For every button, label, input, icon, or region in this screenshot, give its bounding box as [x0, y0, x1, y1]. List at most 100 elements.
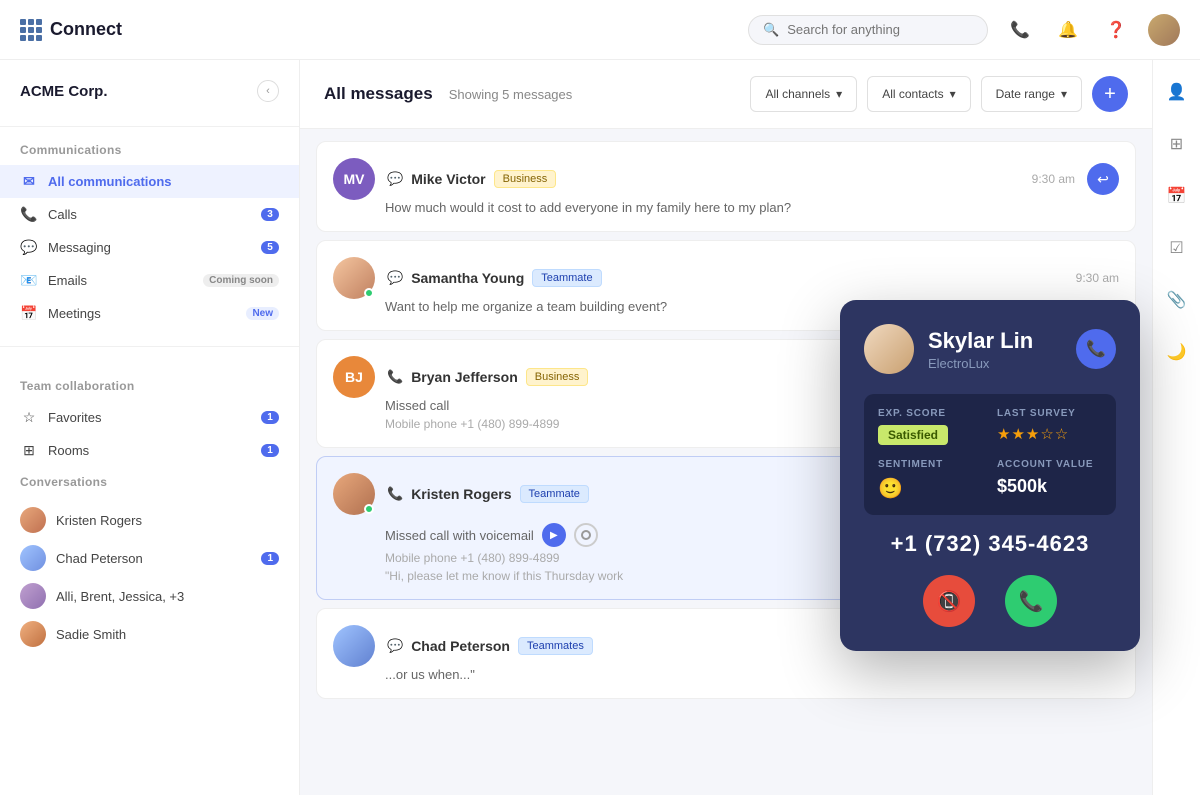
- conv-item-kristen[interactable]: Kristen Rogers: [0, 501, 299, 539]
- chevron-down-icon-3: ▾: [1061, 87, 1067, 101]
- sentiment-section: SENTIMENT 🙂: [878, 459, 983, 501]
- calls-label: Calls: [48, 207, 251, 222]
- exp-score-label: EXP. SCORE: [878, 408, 983, 419]
- msg-time-samantha: 9:30 am: [1076, 271, 1119, 285]
- filter-buttons: All channels ▾ All contacts ▾ Date range…: [750, 76, 1128, 112]
- tag-business-bryan: Business: [526, 368, 589, 386]
- play-voicemail-btn[interactable]: ▶: [542, 523, 566, 547]
- all-communications-label: All communications: [48, 174, 279, 189]
- email-icon: 📧: [20, 272, 38, 289]
- tag-teammate-samantha: Teammate: [532, 269, 601, 287]
- sidebar-item-meetings[interactable]: 📅 Meetings New: [0, 297, 299, 330]
- filter-channels-btn[interactable]: All channels ▾: [750, 76, 857, 112]
- app-title: Connect: [50, 19, 122, 40]
- call-contact-company: ElectroLux: [928, 356, 1033, 371]
- rs-contacts-icon[interactable]: 👤: [1161, 76, 1193, 108]
- page-title: All messages: [324, 84, 433, 104]
- meetings-tag: New: [246, 307, 279, 320]
- call-contact-avatar: [864, 324, 914, 374]
- rs-calendar-icon[interactable]: 📅: [1161, 180, 1193, 212]
- message-channel-icon-3: 💬: [387, 638, 403, 654]
- filter-date-label: Date range: [996, 87, 1055, 101]
- conv-item-group[interactable]: Alli, Brent, Jessica, +3: [0, 577, 299, 615]
- avatar-samantha: [333, 257, 375, 299]
- conv-avatar-group: [20, 583, 46, 609]
- emails-label: Emails: [48, 273, 193, 288]
- message-channel-icon: 💬: [387, 171, 403, 187]
- sidebar-item-favorites[interactable]: ☆ Favorites 1: [0, 401, 299, 434]
- online-indicator-kristen: [364, 504, 374, 514]
- rooms-label: Rooms: [48, 443, 251, 458]
- topbar-actions: 📞 🔔 ❓: [1004, 14, 1180, 46]
- sidebar-item-rooms[interactable]: ⊞ Rooms 1: [0, 434, 299, 467]
- tag-teammate-kristen: Teammate: [520, 485, 589, 503]
- user-avatar[interactable]: [1148, 14, 1180, 46]
- conv-item-sadie[interactable]: Sadie Smith: [0, 615, 299, 653]
- topbar: Connect 🔍 📞 🔔 ❓: [0, 0, 1200, 60]
- rs-table-icon[interactable]: ⊞: [1161, 128, 1193, 160]
- favorites-label: Favorites: [48, 410, 251, 425]
- sender-name-samantha: Samantha Young: [411, 270, 524, 286]
- msg-body-kristen: Missed call with voicemail: [385, 528, 534, 543]
- msg-body-chad: ...or us when...": [385, 667, 1119, 682]
- sidebar-item-emails[interactable]: 📧 Emails Coming soon: [0, 264, 299, 297]
- message-icon: 💬: [20, 239, 38, 256]
- phone-icon[interactable]: 📞: [1004, 14, 1036, 46]
- help-icon[interactable]: ❓: [1100, 14, 1132, 46]
- call-channel-icon: 📞: [387, 369, 403, 385]
- bell-icon[interactable]: 🔔: [1052, 14, 1084, 46]
- conv-item-chad[interactable]: Chad Peterson 1: [0, 539, 299, 577]
- rs-moon-icon[interactable]: 🌙: [1161, 336, 1193, 368]
- filter-date-btn[interactable]: Date range ▾: [981, 76, 1082, 112]
- reply-btn-mike[interactable]: ↩: [1087, 163, 1119, 195]
- account-value-label: ACCOUNT VALUE: [997, 459, 1102, 470]
- call-card: Skylar Lin ElectroLux 📞 EXP. SCORE Satis…: [840, 300, 1140, 651]
- call-action-buttons: 📵 📞: [864, 575, 1116, 627]
- search-input[interactable]: [787, 22, 973, 37]
- conv-avatar-chad: [20, 545, 46, 571]
- record-btn[interactable]: [574, 523, 598, 547]
- call-stats: EXP. SCORE Satisfied LAST SURVEY ★★★☆☆ S…: [864, 394, 1116, 515]
- org-header: ACME Corp. ‹: [0, 80, 299, 118]
- sender-name-bryan: Bryan Jefferson: [411, 369, 518, 385]
- messaging-label: Messaging: [48, 240, 251, 255]
- survey-stars: ★★★☆☆: [997, 425, 1102, 443]
- sender-name-mike-victor: Mike Victor: [411, 171, 485, 187]
- answer-call-btn[interactable]: 📞: [1005, 575, 1057, 627]
- end-call-btn[interactable]: 📵: [923, 575, 975, 627]
- search-bar[interactable]: 🔍: [748, 15, 988, 45]
- account-value: $500k: [997, 476, 1102, 497]
- sidebar-item-messaging[interactable]: 💬 Messaging 5: [0, 231, 299, 264]
- avatar-mike-victor: MV: [333, 158, 375, 200]
- avatar-bryan: BJ: [333, 356, 375, 398]
- exp-score-section: EXP. SCORE Satisfied: [878, 408, 983, 445]
- emails-tag: Coming soon: [203, 274, 279, 287]
- filter-contacts-label: All contacts: [882, 87, 943, 101]
- msg-body-mike: How much would it cost to add everyone i…: [385, 200, 1119, 215]
- team-section: Team collaboration ☆ Favorites 1 ⊞ Rooms…: [0, 371, 299, 657]
- call-card-header: Skylar Lin ElectroLux 📞: [864, 324, 1116, 374]
- exp-score-value: Satisfied: [878, 425, 948, 445]
- sidebar-item-calls[interactable]: 📞 Calls 3: [0, 198, 299, 231]
- right-sidebar: 👤 ⊞ 📅 ☑ 📎 🌙: [1152, 60, 1200, 795]
- last-survey-section: LAST SURVEY ★★★☆☆: [997, 408, 1102, 445]
- meetings-label: Meetings: [48, 306, 236, 321]
- team-section-label: Team collaboration: [0, 371, 299, 401]
- account-value-section: ACCOUNT VALUE $500k: [997, 459, 1102, 501]
- rs-attachment-icon[interactable]: 📎: [1161, 284, 1193, 316]
- calls-badge: 3: [261, 208, 279, 221]
- divider-2: [0, 346, 299, 347]
- add-message-btn[interactable]: +: [1092, 76, 1128, 112]
- call-contact-btn[interactable]: 📞: [1076, 329, 1116, 369]
- phone-small-icon: 📞: [20, 206, 38, 223]
- filter-contacts-btn[interactable]: All contacts ▾: [867, 76, 970, 112]
- message-card-mike-victor[interactable]: MV 💬 Mike Victor Business 9:30 am ↩ How …: [316, 141, 1136, 232]
- left-sidebar: ACME Corp. ‹ Communications ✉ All commun…: [0, 60, 300, 795]
- call-contact-info: Skylar Lin ElectroLux: [928, 328, 1033, 371]
- sender-name-kristen: Kristen Rogers: [411, 486, 511, 502]
- sidebar-collapse-btn[interactable]: ‹: [257, 80, 279, 102]
- sidebar-item-all-communications[interactable]: ✉ All communications: [0, 165, 299, 198]
- filter-channels-label: All channels: [765, 87, 830, 101]
- conv-avatar-sadie: [20, 621, 46, 647]
- rs-checklist-icon[interactable]: ☑: [1161, 232, 1193, 264]
